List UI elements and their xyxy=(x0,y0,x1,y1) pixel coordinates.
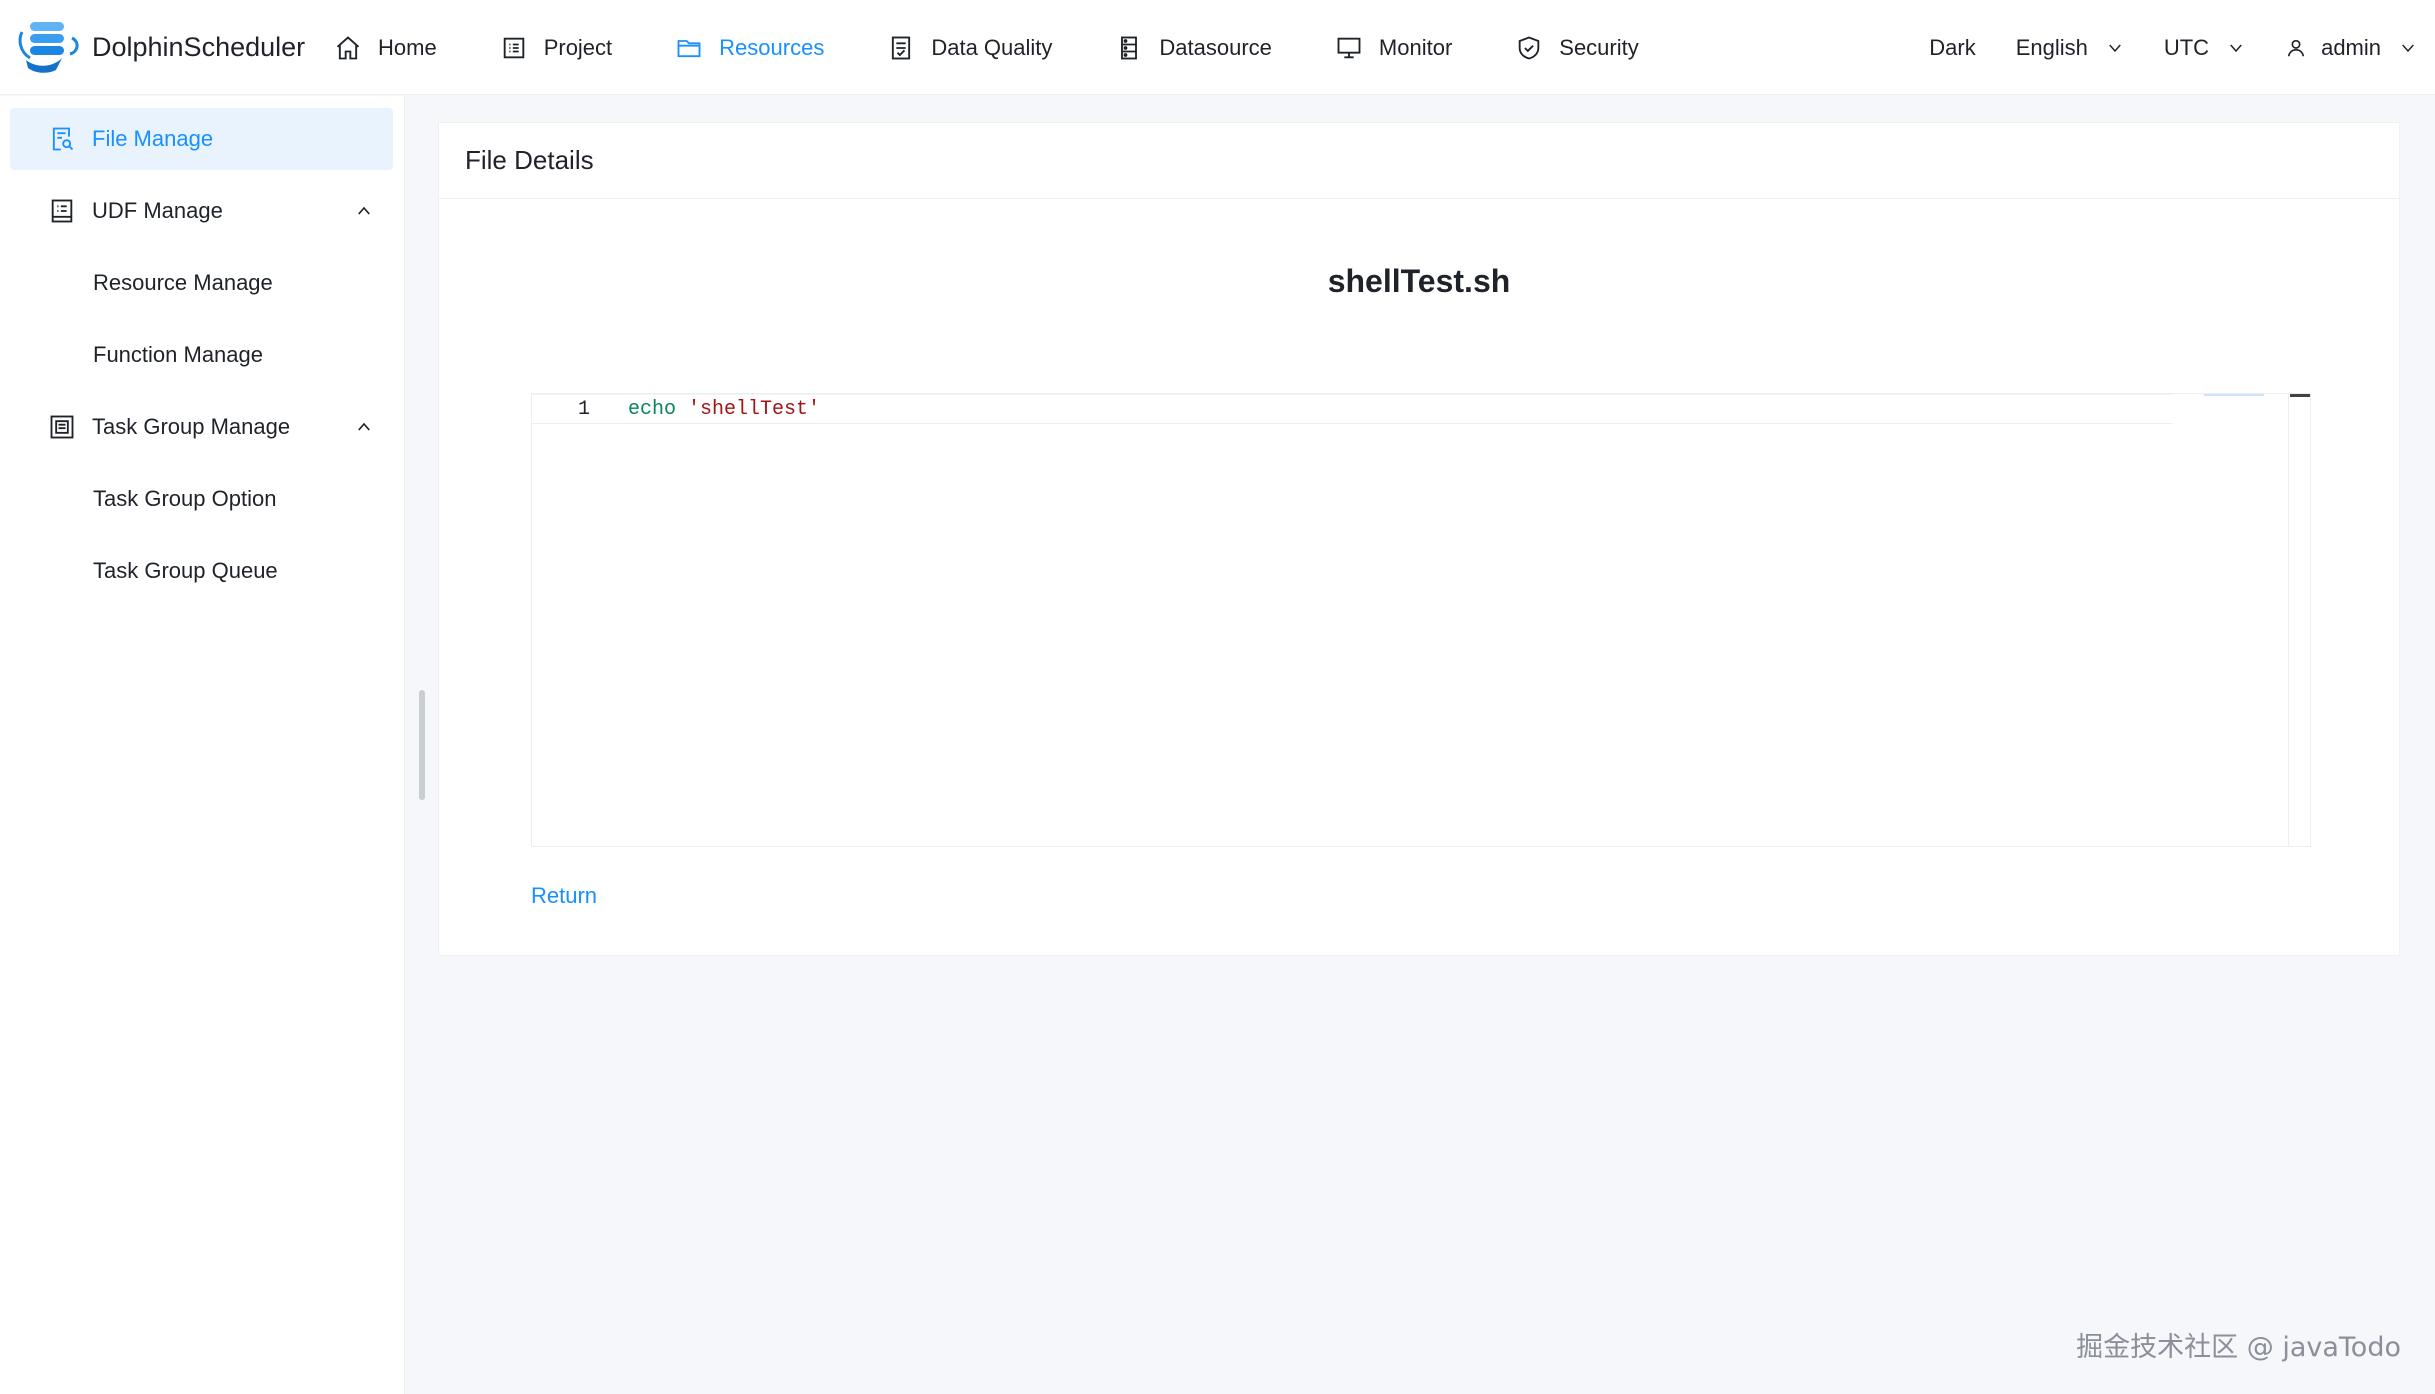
dolphin-logo-icon xyxy=(18,22,79,73)
chevron-up-icon xyxy=(358,422,370,431)
sidebar-item-label: Task Group Queue xyxy=(93,558,278,583)
file-details-card: File Details shellTest.sh 1 echo 'shellT… xyxy=(438,122,2400,956)
nav-project-label: Project xyxy=(543,34,613,60)
editor-scrollbar[interactable] xyxy=(2288,394,2310,846)
nav-monitor[interactable]: Monitor xyxy=(1335,0,1452,95)
top-header: DolphinScheduler Home Project Resources … xyxy=(0,0,2435,95)
app-logo[interactable]: DolphinScheduler xyxy=(16,18,305,76)
sidebar-item-label: Task Group Manage xyxy=(92,414,291,439)
nav-project[interactable]: Project xyxy=(500,0,612,95)
user-menu[interactable]: admin xyxy=(2285,35,2417,61)
sidebar-item-function-manage[interactable]: Function Manage xyxy=(10,324,393,386)
sidebar-item-udf-manage[interactable]: UDF Manage xyxy=(10,180,393,242)
datasource-icon xyxy=(1121,36,1138,59)
timezone-label: UTC xyxy=(2163,34,2210,60)
chevron-down-icon xyxy=(2402,44,2414,52)
nav-resources[interactable]: Resources xyxy=(675,0,824,95)
line-number: 1 xyxy=(577,397,590,421)
code-editor[interactable]: 1 echo 'shellTest' xyxy=(531,393,2311,847)
udf-icon xyxy=(51,199,73,223)
editor-overview-ruler xyxy=(2204,394,2264,396)
watermark: 掘金技术社区 @ javaTodo xyxy=(2076,1332,2401,1363)
task-group-icon xyxy=(50,415,74,439)
card-header: File Details xyxy=(439,123,2399,199)
monitor-icon xyxy=(1337,37,1361,58)
shield-icon xyxy=(1518,36,1540,59)
app-name: DolphinScheduler xyxy=(92,31,306,62)
nav-home[interactable]: Home xyxy=(334,0,437,95)
header-tools: Dark English UTC admin xyxy=(1929,0,2435,95)
user-name: admin xyxy=(2321,34,2381,60)
nav-monitor-label: Monitor xyxy=(1378,34,1453,60)
nav-resources-label: Resources xyxy=(719,34,825,60)
folder-icon xyxy=(677,39,701,57)
sidebar-item-task-group-manage[interactable]: Task Group Manage xyxy=(10,396,393,458)
sidebar-item-label: Task Group Option xyxy=(93,486,277,511)
nav-security[interactable]: Security xyxy=(1515,0,1639,95)
sidebar-item-task-group-option[interactable]: Task Group Option xyxy=(10,468,393,530)
nav-security-label: Security xyxy=(1559,34,1639,60)
theme-label: Dark xyxy=(1929,34,1976,60)
code-keyword: echo xyxy=(628,397,677,421)
sidebar-item-task-group-queue[interactable]: Task Group Queue xyxy=(10,540,393,602)
sidebar-item-label: Function Manage xyxy=(93,342,263,367)
timezone-select[interactable]: UTC xyxy=(2164,35,2245,61)
sidebar-item-file-manage[interactable]: File Manage xyxy=(10,108,393,170)
sidebar-item-resource-manage[interactable]: Resource Manage xyxy=(10,252,393,314)
theme-toggle[interactable]: Dark xyxy=(1929,35,1975,61)
chevron-down-icon xyxy=(2230,44,2242,52)
sidebar-item-label: UDF Manage xyxy=(92,198,223,223)
sidebar-resize-handle[interactable] xyxy=(419,690,425,800)
project-icon xyxy=(503,37,524,58)
code-string: 'shellTest' xyxy=(688,397,821,421)
return-link[interactable]: Return xyxy=(531,883,597,909)
sidebar-item-label: File Manage xyxy=(92,126,214,151)
editor-line[interactable]: 1 echo 'shellTest' xyxy=(532,394,2172,424)
home-icon xyxy=(336,35,360,59)
chevron-down-icon xyxy=(2109,44,2121,52)
nav-data-quality[interactable]: Data Quality xyxy=(887,0,1052,95)
main-nav: Home Project Resources Data Quality Data… xyxy=(334,0,1702,95)
sidebar-item-label: Resource Manage xyxy=(93,270,273,295)
data-quality-icon xyxy=(892,36,911,59)
nav-datasource[interactable]: Datasource xyxy=(1115,0,1272,95)
language-label: English xyxy=(2015,34,2088,60)
file-name-title: shellTest.sh xyxy=(1327,263,1511,299)
card-title: File Details xyxy=(465,145,594,175)
chevron-up-icon xyxy=(358,206,370,215)
file-search-icon xyxy=(52,127,74,151)
editor-scroll-thumb[interactable] xyxy=(2290,394,2310,397)
user-icon xyxy=(2287,39,2305,56)
sidebar: File Manage UDF Manage Resource Manage F… xyxy=(0,96,405,1394)
nav-data-quality-label: Data Quality xyxy=(931,34,1053,60)
language-select[interactable]: English xyxy=(2016,35,2124,61)
nav-home-label: Home xyxy=(378,34,437,60)
nav-datasource-label: Datasource xyxy=(1159,34,1272,60)
